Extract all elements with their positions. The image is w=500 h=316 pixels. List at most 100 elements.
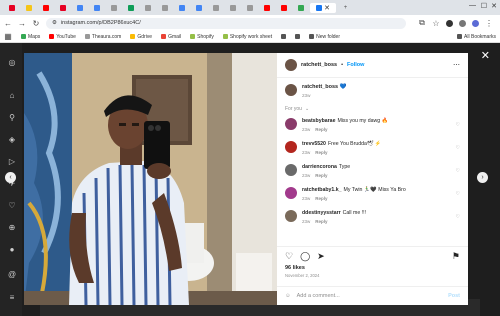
commenter-username[interactable]: ddestinyysstarr bbox=[302, 210, 341, 216]
post-photo[interactable] bbox=[24, 53, 277, 305]
back-icon[interactable]: ← bbox=[4, 19, 12, 28]
cast-icon[interactable]: ⧉ bbox=[418, 18, 426, 28]
caption-avatar[interactable] bbox=[285, 84, 297, 96]
emoji-icon[interactable]: ☺ bbox=[285, 293, 291, 299]
commenter-avatar[interactable] bbox=[285, 210, 297, 222]
like-comment-icon[interactable]: ♡ bbox=[456, 168, 460, 174]
forward-icon[interactable]: → bbox=[18, 19, 26, 28]
comment-age: 23w bbox=[302, 196, 311, 201]
reload-icon[interactable]: ↻ bbox=[32, 19, 40, 28]
commenter-username[interactable]: darriencorona bbox=[302, 164, 337, 170]
url-input[interactable]: ⚙ instagram.com/p/DB2P86xuc4C/ bbox=[46, 17, 406, 29]
save-bookmark-icon[interactable]: ⚑ bbox=[452, 251, 460, 262]
commenter-username[interactable]: beatsbybarae bbox=[302, 118, 335, 124]
apps-grid-icon[interactable]: ▦ bbox=[4, 32, 12, 41]
reels-icon[interactable]: ▷ bbox=[8, 158, 16, 166]
bookmark-theaura[interactable]: Theaura.com bbox=[84, 34, 121, 40]
browser-tab[interactable] bbox=[191, 3, 206, 13]
reply-button[interactable]: Reply bbox=[315, 127, 327, 132]
site-info-icon[interactable]: ⚙ bbox=[52, 20, 57, 26]
more-menu-icon[interactable]: ≡ bbox=[8, 294, 16, 302]
profile-avatar[interactable] bbox=[472, 19, 479, 27]
browser-tab[interactable] bbox=[259, 3, 274, 13]
bookmark-new-folder[interactable]: New folder bbox=[309, 34, 340, 40]
bookmark-youtube[interactable]: YouTube bbox=[49, 34, 76, 40]
follow-button[interactable]: Follow bbox=[347, 62, 364, 68]
bookmark-folder-1[interactable] bbox=[281, 34, 287, 39]
window-close-icon[interactable]: ✕ bbox=[491, 2, 497, 10]
search-icon[interactable]: ⚲ bbox=[8, 114, 16, 122]
author-avatar[interactable] bbox=[285, 59, 297, 71]
close-modal-icon[interactable]: ✕ bbox=[481, 49, 490, 62]
browser-tab[interactable] bbox=[55, 3, 70, 13]
extension-icon[interactable] bbox=[446, 19, 453, 27]
author-username[interactable]: ratchett_boss bbox=[301, 62, 337, 68]
browser-tab[interactable] bbox=[72, 3, 87, 13]
create-icon[interactable]: ⊕ bbox=[8, 224, 16, 232]
commenter-avatar[interactable] bbox=[285, 118, 297, 130]
browser-tab[interactable] bbox=[293, 3, 308, 13]
browser-tab[interactable] bbox=[106, 3, 121, 13]
previous-post-icon[interactable]: ‹ bbox=[5, 172, 16, 183]
bookmark-maps[interactable]: Maps bbox=[21, 34, 40, 40]
bookmark-gmail[interactable]: Gmail bbox=[161, 34, 181, 40]
explore-icon[interactable]: ◈ bbox=[8, 136, 16, 144]
new-tab-icon[interactable]: + bbox=[338, 3, 353, 13]
like-comment-icon[interactable]: ♡ bbox=[456, 214, 460, 220]
browser-tab[interactable] bbox=[140, 3, 155, 13]
commenter-avatar[interactable] bbox=[285, 187, 297, 199]
reply-button[interactable]: Reply bbox=[315, 173, 327, 178]
share-icon[interactable]: ➤ bbox=[317, 251, 325, 262]
bookmark-shopify-work-sheet[interactable]: Shopify work sheet bbox=[222, 34, 272, 40]
browser-tab[interactable] bbox=[4, 3, 19, 13]
profile-icon[interactable]: ● bbox=[8, 246, 16, 254]
extensions-puzzle-icon[interactable] bbox=[459, 19, 466, 27]
instagram-logo-icon[interactable]: ◎ bbox=[8, 59, 16, 67]
post-comment-button[interactable]: Post bbox=[448, 293, 460, 299]
bookmark-shopify[interactable]: Shopify bbox=[190, 34, 214, 40]
like-comment-icon[interactable]: ♡ bbox=[456, 122, 460, 128]
folder-icon bbox=[457, 34, 463, 39]
bookmark-folder-2[interactable] bbox=[295, 34, 301, 39]
browser-tab[interactable] bbox=[157, 3, 172, 13]
reply-button[interactable]: Reply bbox=[315, 196, 327, 201]
menu-kebab-icon[interactable]: ⋮ bbox=[485, 19, 493, 28]
browser-tab[interactable] bbox=[174, 3, 189, 13]
browser-tab[interactable] bbox=[123, 3, 138, 13]
browser-tab[interactable] bbox=[276, 3, 291, 13]
browser-tab[interactable] bbox=[89, 3, 104, 13]
bookmark-gdrive[interactable]: Gdrive bbox=[130, 34, 152, 40]
browser-tab[interactable] bbox=[208, 3, 223, 13]
commenter-avatar[interactable] bbox=[285, 141, 297, 153]
threads-icon[interactable]: @ bbox=[8, 271, 16, 279]
commenter-username[interactable]: trevv5520 bbox=[302, 141, 326, 147]
notifications-icon[interactable]: ♡ bbox=[8, 202, 16, 210]
more-options-icon[interactable]: ⋯ bbox=[453, 61, 460, 69]
browser-tab[interactable] bbox=[225, 3, 240, 13]
likes-count[interactable]: 96 likes bbox=[285, 265, 460, 271]
next-post-icon[interactable]: › bbox=[477, 172, 488, 183]
commenter-username[interactable]: ratchetbaby1.k_ bbox=[302, 187, 342, 193]
browser-tab[interactable] bbox=[21, 3, 36, 13]
star-icon[interactable]: ☆ bbox=[432, 19, 440, 28]
reply-button[interactable]: Reply bbox=[315, 219, 327, 224]
minimize-icon[interactable]: — bbox=[469, 2, 476, 9]
reply-button[interactable]: Reply bbox=[315, 150, 327, 155]
like-comment-icon[interactable]: ♡ bbox=[456, 191, 460, 197]
tab-close-icon[interactable]: ✕ bbox=[324, 4, 330, 12]
comment-icon[interactable]: ◯ bbox=[300, 251, 310, 262]
caption-username[interactable]: ratchett_boss bbox=[302, 84, 338, 90]
browser-tab[interactable] bbox=[242, 3, 257, 13]
like-icon[interactable]: ♡ bbox=[285, 251, 293, 262]
all-bookmarks[interactable]: All Bookmarks bbox=[457, 34, 496, 40]
maximize-icon[interactable]: ☐ bbox=[481, 2, 487, 10]
home-icon[interactable]: ⌂ bbox=[8, 92, 16, 100]
add-comment-input[interactable]: Add a comment... bbox=[297, 293, 340, 299]
like-comment-icon[interactable]: ♡ bbox=[456, 145, 460, 151]
browser-tab[interactable]: ✕ bbox=[310, 2, 336, 13]
commenter-avatar[interactable] bbox=[285, 164, 297, 176]
for-you-dropdown[interactable]: For you ⌄ bbox=[285, 106, 460, 112]
browser-tab[interactable] bbox=[38, 3, 53, 13]
tab-favicon-icon bbox=[76, 4, 83, 11]
shopify-icon bbox=[222, 34, 228, 39]
